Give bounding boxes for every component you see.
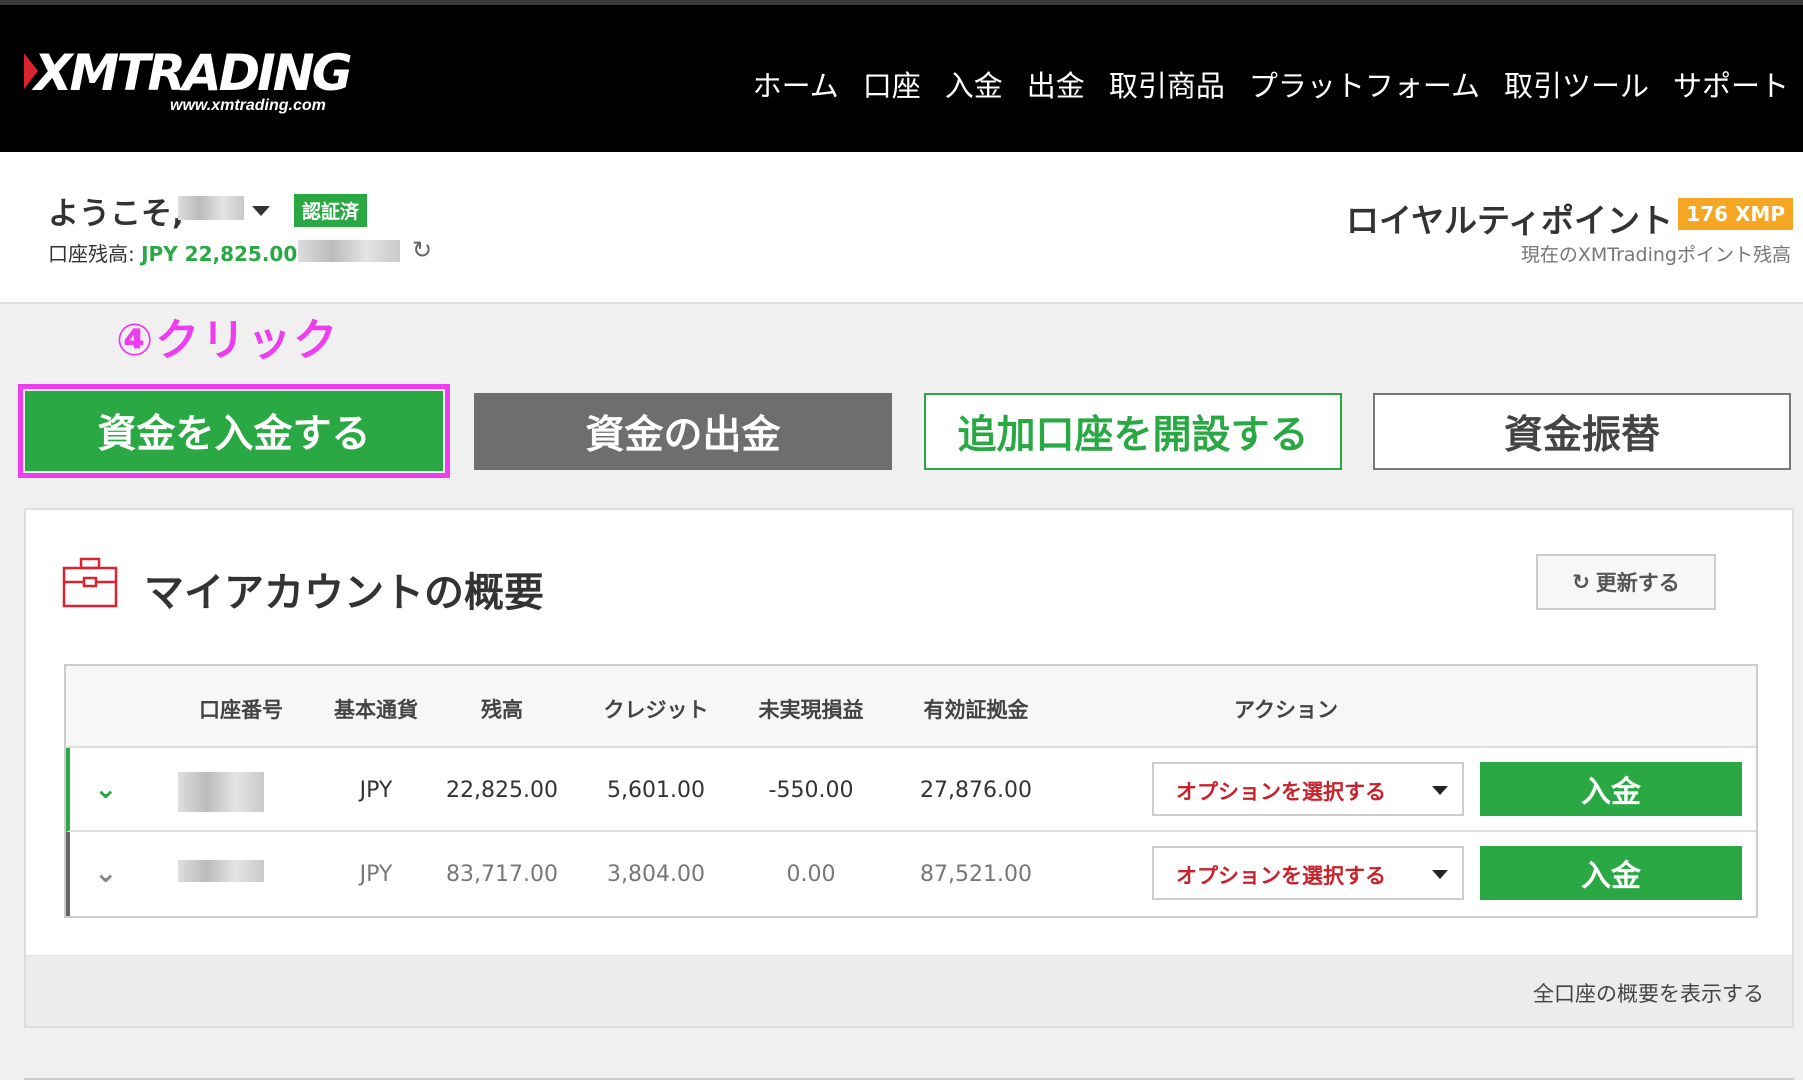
refresh-balance-icon[interactable]: ↻ (412, 236, 432, 264)
transfer-funds-button[interactable]: 資金振替 (1373, 393, 1791, 470)
cell-currency: JPY (359, 778, 393, 803)
option-select[interactable]: オプションを選択する (1152, 762, 1464, 816)
row-deposit-button[interactable]: 入金 (1480, 762, 1742, 816)
col-account-number: 口座番号 (199, 698, 283, 722)
balance-label: 口座残高: (48, 242, 142, 266)
col-unrealized-pnl: 未実現損益 (758, 698, 864, 722)
cell-pnl: 0.00 (786, 862, 836, 887)
account-number-blurred (178, 772, 264, 812)
update-button-label: 更新する (1595, 571, 1680, 595)
overview-title: マイアカウントの概要 (144, 570, 544, 616)
logo-url: www.xmtrading.com (170, 97, 326, 114)
nav-accounts[interactable]: 口座 (863, 63, 921, 105)
deposit-funds-button[interactable]: 資金を入金する (25, 391, 443, 471)
cell-pnl: -550.00 (768, 778, 854, 803)
account-overview-panel: マイアカウントの概要 ↻ 更新する 口座番号 基本通貨 残高 クレジット 未実現… (24, 508, 1794, 1028)
col-equity: 有効証拠金 (923, 698, 1029, 722)
table-header: 口座番号 基本通貨 残高 クレジット 未実現損益 有効証拠金 アクション (66, 666, 1756, 748)
update-button[interactable]: ↻ 更新する (1536, 554, 1716, 610)
loyalty-points-badge: 176 XMP (1678, 198, 1793, 230)
main-nav: ホーム 口座 入金 出金 取引商品 プラットフォーム 取引ツール サポート (753, 63, 1789, 105)
cell-credit: 5,601.00 (607, 778, 705, 803)
open-additional-account-button[interactable]: 追加口座を開設する (924, 393, 1342, 470)
account-number-blurred (178, 860, 264, 882)
nav-tools[interactable]: 取引ツール (1504, 63, 1649, 105)
nav-withdraw[interactable]: 出金 (1027, 63, 1085, 105)
balance-extra-blurred (298, 240, 400, 262)
nav-home[interactable]: ホーム (753, 63, 839, 105)
table-row: ⌄ JPY 22,825.00 5,601.00 -550.00 27,876.… (66, 748, 1756, 832)
logo-text: XMTRADING (34, 44, 353, 102)
nav-products[interactable]: 取引商品 (1109, 63, 1225, 105)
option-select[interactable]: オプションを選択する (1152, 846, 1464, 900)
cell-equity: 87,521.00 (920, 862, 1032, 887)
withdraw-funds-button[interactable]: 資金の出金 (474, 393, 892, 470)
refresh-icon: ↻ (1572, 570, 1590, 594)
user-name-blurred (178, 196, 244, 220)
col-base-currency: 基本通貨 (334, 698, 418, 722)
click-annotation: ④クリック (116, 315, 340, 366)
cell-credit: 3,804.00 (607, 862, 705, 887)
balance-value: JPY 22,825.00 (141, 242, 298, 266)
col-credit: クレジット (603, 698, 709, 722)
row-deposit-button[interactable]: 入金 (1480, 846, 1742, 900)
greeting: ようこそ, (48, 196, 184, 232)
balance-line: 口座残高: JPY 22,825.00 (48, 238, 297, 267)
accounts-table: 口座番号 基本通貨 残高 クレジット 未実現損益 有効証拠金 アクション ⌄ J… (64, 664, 1758, 918)
loyalty-title: ロイヤルティポイント (1345, 201, 1673, 240)
nav-platforms[interactable]: プラットフォーム (1249, 63, 1480, 105)
loyalty-subtitle: 現在のXMTradingポイント残高 (1520, 244, 1791, 266)
user-menu-caret-icon[interactable] (252, 206, 270, 216)
col-action: アクション (1234, 698, 1338, 722)
cell-balance: 22,825.00 (446, 778, 558, 803)
panel-footer: 全口座の概要を表示する (26, 955, 1792, 1026)
briefcase-icon (62, 557, 118, 608)
xmtrading-logo[interactable]: XMTRADING www.xmtrading.com (24, 45, 364, 120)
welcome-bar: ようこそ, 認証済 口座残高: JPY 22,825.00 ↻ ロイヤルティポイ… (0, 152, 1803, 304)
cell-equity: 27,876.00 (920, 778, 1032, 803)
cell-balance: 83,717.00 (446, 862, 558, 887)
select-caret-icon (1432, 786, 1448, 795)
chevron-down-icon[interactable]: ⌄ (94, 856, 117, 889)
verified-badge: 認証済 (294, 194, 368, 227)
option-select-label: オプションを選択する (1176, 864, 1386, 888)
select-caret-icon (1432, 870, 1448, 879)
col-balance: 残高 (481, 698, 523, 722)
option-select-label: オプションを選択する (1176, 780, 1386, 804)
top-navbar: XMTRADING www.xmtrading.com ホーム 口座 入金 出金… (0, 0, 1803, 152)
cell-currency: JPY (359, 862, 393, 887)
nav-support[interactable]: サポート (1673, 63, 1789, 105)
chevron-down-icon[interactable]: ⌄ (94, 772, 117, 805)
table-row: ⌄ JPY 83,717.00 3,804.00 0.00 87,521.00 … (66, 832, 1756, 916)
nav-deposit[interactable]: 入金 (945, 63, 1003, 105)
show-all-accounts-link[interactable]: 全口座の概要を表示する (1533, 978, 1764, 1008)
